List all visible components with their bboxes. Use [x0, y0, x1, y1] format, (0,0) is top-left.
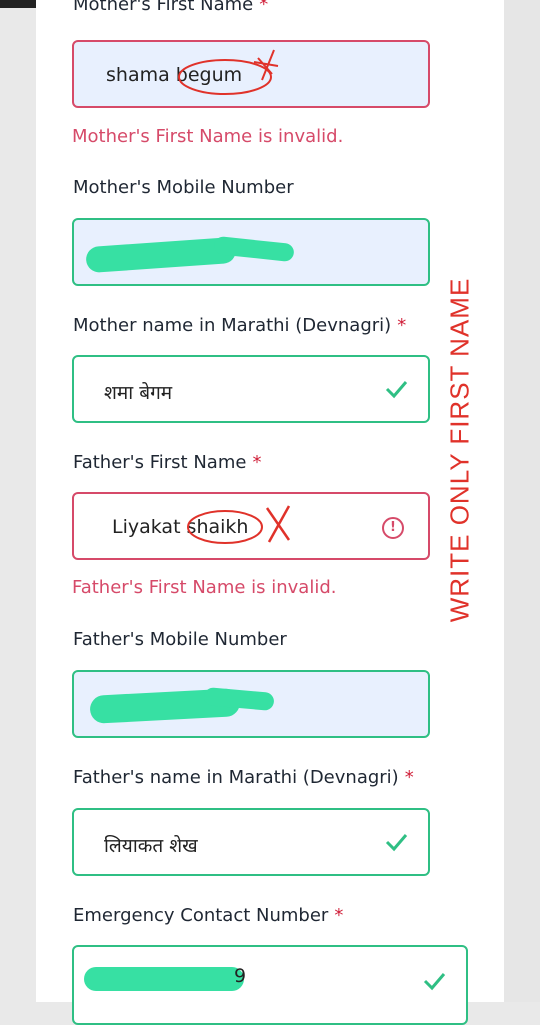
emergency-contact-value: 9 [234, 965, 247, 987]
father-first-name-label: Father's First Name * [73, 452, 262, 473]
mother-first-name-label: Mother's First Name * [73, 0, 269, 15]
father-first-name-error: Father's First Name is invalid. [72, 577, 337, 598]
redaction-mark [84, 967, 244, 991]
father-marathi-value: लियाकत शेख [104, 835, 198, 857]
father-marathi-input[interactable]: लियाकत शेख [72, 808, 430, 876]
father-mobile-label: Father's Mobile Number [73, 629, 287, 650]
mother-marathi-value: शमा बेगम [104, 382, 173, 404]
mother-marathi-input[interactable]: शमा बेगम [72, 355, 430, 423]
mother-mobile-label: Mother's Mobile Number [73, 177, 294, 198]
red-circle-annotation [187, 505, 291, 544]
emergency-contact-input[interactable]: 9 [72, 945, 468, 1025]
handwritten-note-text: WRITE ONLY FIRST NAME [444, 277, 475, 623]
father-marathi-label: Father's name in Marathi (Devnagri) * [73, 767, 414, 788]
mother-mobile-input[interactable] [72, 218, 430, 286]
alert-icon: ! [382, 517, 404, 539]
check-icon [423, 973, 446, 991]
red-circle-annotation [178, 49, 279, 95]
check-icon [385, 834, 408, 852]
emergency-contact-label: Emergency Contact Number * [73, 905, 344, 926]
mother-marathi-label: Mother name in Marathi (Devnagri) * [73, 315, 407, 336]
mother-first-name-error: Mother's First Name is invalid. [72, 126, 344, 147]
father-mobile-input[interactable] [72, 670, 430, 738]
check-icon [385, 381, 408, 399]
handwritten-note: WRITE ONLY FIRST NAME [410, 270, 510, 630]
